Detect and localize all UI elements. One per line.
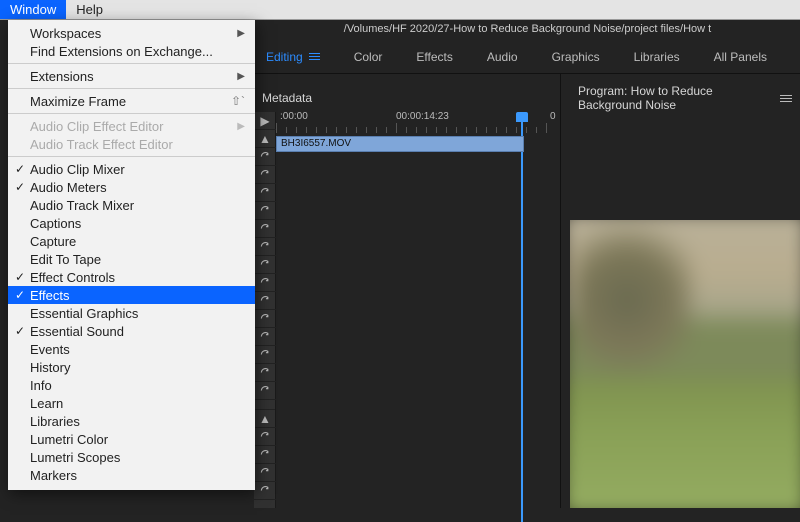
menu-item-maximize-frame[interactable]: Maximize Frame⇧`	[8, 92, 255, 110]
workspace-tab-label: Editing	[266, 50, 303, 64]
track-sync-lock-icon[interactable]	[254, 202, 276, 220]
menu-item-info[interactable]: Info	[8, 376, 255, 394]
submenu-arrow-icon: ▶	[237, 28, 245, 39]
check-icon: ✓	[12, 162, 28, 176]
menu-separator	[8, 63, 255, 64]
menu-item-find-extensions[interactable]: Find Extensions on Exchange...	[8, 42, 255, 60]
menu-bar: Window Help	[0, 0, 800, 20]
track-sync-lock-icon[interactable]	[254, 364, 276, 382]
menu-shortcut: ⇧`	[231, 94, 245, 108]
track-sync-lock-icon[interactable]	[254, 328, 276, 346]
track-header-column: ▶ ▲ ▲	[254, 112, 276, 508]
menu-item-lumetri-color[interactable]: Lumetri Color	[8, 430, 255, 448]
timeline-clip[interactable]: BH3I6557.MOV	[276, 136, 524, 152]
timeline-panel: ▶ ▲ ▲ :00:00 00:00:14:23 0	[254, 112, 560, 508]
workspace-tab-color[interactable]: Color	[354, 50, 383, 64]
menu-item-extensions[interactable]: Extensions▶	[8, 67, 255, 85]
video-preview-frame	[570, 220, 800, 508]
track-sync-lock-icon[interactable]	[254, 292, 276, 310]
check-icon: ✓	[12, 288, 28, 302]
check-icon: ✓	[12, 324, 28, 338]
menu-item-learn[interactable]: Learn	[8, 394, 255, 412]
track-sync-lock-icon[interactable]	[254, 310, 276, 328]
track-sync-lock-icon[interactable]	[254, 238, 276, 256]
panel-divider[interactable]	[560, 74, 561, 508]
workspace-tab-graphics[interactable]: Graphics	[552, 50, 600, 64]
track-sync-lock-icon[interactable]	[254, 382, 276, 400]
menu-item-audio-clip-editor: Audio Clip Effect Editor▶	[8, 117, 255, 135]
submenu-arrow-icon: ▶	[237, 71, 245, 82]
menu-item-capture[interactable]: Capture	[8, 232, 255, 250]
window-title-path: /Volumes/HF 2020/27-How to Reduce Backgr…	[255, 20, 800, 38]
menu-item-history[interactable]: History	[8, 358, 255, 376]
menu-item-events[interactable]: Events	[8, 340, 255, 358]
check-icon: ✓	[12, 180, 28, 194]
workspace-tab-editing[interactable]: Editing	[266, 50, 320, 64]
menu-item-libraries[interactable]: Libraries	[8, 412, 255, 430]
menu-item-effect-controls[interactable]: ✓Effect Controls	[8, 268, 255, 286]
time-ruler[interactable]: :00:00 00:00:14:23 0	[276, 112, 560, 134]
menu-item-edit-to-tape[interactable]: Edit To Tape	[8, 250, 255, 268]
window-menu-dropdown: Workspaces▶ Find Extensions on Exchange.…	[8, 20, 255, 490]
track-sync-lock-icon[interactable]	[254, 274, 276, 292]
workspace-tab-audio[interactable]: Audio	[487, 50, 518, 64]
ruler-ticks	[276, 123, 560, 133]
menu-window[interactable]: Window	[0, 0, 66, 19]
workspace-tab-libraries[interactable]: Libraries	[634, 50, 680, 64]
timecode-label: :00:00	[280, 111, 308, 122]
menu-separator	[8, 156, 255, 157]
workspace-tab-effects[interactable]: Effects	[416, 50, 452, 64]
workspace-tab-all-panels[interactable]: All Panels	[714, 50, 767, 64]
menu-help[interactable]: Help	[66, 0, 113, 19]
menu-item-captions[interactable]: Captions	[8, 214, 255, 232]
track-sync-lock-icon[interactable]	[254, 148, 276, 166]
panel-title: Program: How to Reduce Background Noise	[578, 84, 774, 112]
timecode-label: 00:00:14:23	[396, 111, 449, 122]
panel-metadata-tab[interactable]: Metadata	[254, 83, 314, 113]
check-icon: ✓	[12, 270, 28, 284]
track-sync-lock-icon[interactable]	[254, 184, 276, 202]
menu-item-audio-meters[interactable]: ✓Audio Meters	[8, 178, 255, 196]
track-sync-lock-icon[interactable]	[254, 482, 276, 500]
menu-item-lumetri-scopes[interactable]: Lumetri Scopes	[8, 448, 255, 466]
track-sync-lock-icon[interactable]	[254, 166, 276, 184]
hamburger-icon[interactable]	[309, 53, 320, 60]
track-expand-icon[interactable]: ▲	[254, 410, 276, 428]
track-sync-lock-icon[interactable]	[254, 256, 276, 274]
workspace-tabs: Editing Color Effects Audio Graphics Lib…	[254, 40, 800, 74]
track-collapse-icon[interactable]: ▲	[254, 130, 276, 148]
track-sync-lock-icon[interactable]	[254, 428, 276, 446]
submenu-arrow-icon: ▶	[237, 121, 245, 132]
timecode-label: 0	[550, 111, 556, 122]
menu-item-markers[interactable]: Markers	[8, 466, 255, 484]
track-sync-lock-icon[interactable]	[254, 220, 276, 238]
panel-program-tab[interactable]: Program: How to Reduce Background Noise	[570, 83, 800, 113]
menu-item-essential-sound[interactable]: ✓Essential Sound	[8, 322, 255, 340]
menu-separator	[8, 88, 255, 89]
menu-item-essential-graphics[interactable]: Essential Graphics	[8, 304, 255, 322]
menu-item-effects[interactable]: ✓Effects	[8, 286, 255, 304]
menu-item-audio-track-editor: Audio Track Effect Editor	[8, 135, 255, 153]
panel-menu-icon[interactable]	[780, 95, 792, 102]
track-sync-lock-icon[interactable]	[254, 446, 276, 464]
panel-title: Metadata	[262, 91, 312, 105]
menu-item-workspaces[interactable]: Workspaces▶	[8, 24, 255, 42]
track-sync-lock-icon[interactable]	[254, 464, 276, 482]
playhead[interactable]	[516, 112, 528, 122]
menu-separator	[8, 113, 255, 114]
timeline-play-icon[interactable]: ▶	[254, 112, 276, 130]
menu-item-audio-clip-mixer[interactable]: ✓Audio Clip Mixer	[8, 160, 255, 178]
menu-item-audio-track-mixer[interactable]: Audio Track Mixer	[8, 196, 255, 214]
track-sync-lock-icon[interactable]	[254, 346, 276, 364]
program-monitor[interactable]	[570, 220, 800, 508]
